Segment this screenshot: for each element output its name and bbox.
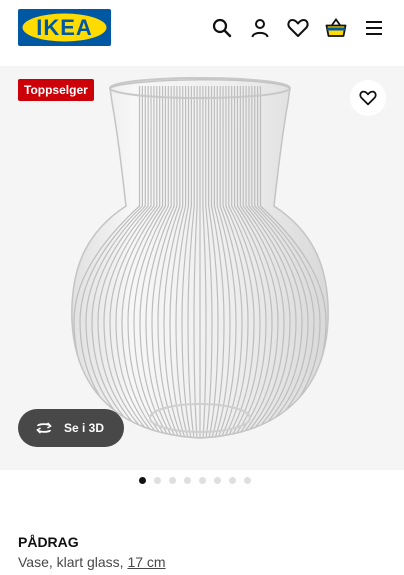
basket-icon (325, 18, 347, 37)
carousel-dot[interactable] (184, 477, 191, 484)
logo-text: IKEA (36, 15, 93, 40)
carousel-indicator (0, 477, 404, 484)
product-name[interactable]: PÅDRAG (18, 533, 388, 551)
bestseller-badge: Toppselger (18, 79, 94, 101)
product-info: PÅDRAG Vase, klart glass, 17 cm (18, 533, 388, 572)
heart-icon (287, 19, 309, 37)
carousel-dot[interactable] (169, 477, 176, 484)
product-measure-link[interactable]: 17 cm (127, 554, 165, 570)
rotate-3d-icon (36, 422, 52, 434)
profile-button[interactable] (248, 16, 272, 40)
product-type: Vase, klart glass, (18, 554, 124, 570)
carousel-dot[interactable] (229, 477, 236, 484)
menu-button[interactable] (362, 16, 386, 40)
search-icon (212, 18, 232, 38)
product-description: Vase, klart glass, 17 cm (18, 552, 388, 572)
basket-button[interactable] (324, 16, 348, 40)
favourites-button[interactable] (286, 16, 310, 40)
ikea-logo[interactable]: IKEA (18, 9, 111, 46)
carousel-dot[interactable] (154, 477, 161, 484)
carousel-dot[interactable] (214, 477, 221, 484)
product-image-gallery[interactable]: Toppselger Se i 3D (0, 66, 404, 470)
view-in-3d-label: Se i 3D (64, 421, 105, 435)
view-in-3d-button[interactable]: Se i 3D (18, 409, 124, 447)
top-header: IKEA (0, 0, 404, 56)
add-to-favourites-button[interactable] (350, 80, 386, 116)
carousel-dot[interactable] (244, 477, 251, 484)
search-button[interactable] (210, 16, 234, 40)
header-icons (210, 16, 386, 40)
carousel-dot[interactable] (199, 477, 206, 484)
user-icon (251, 19, 269, 38)
menu-icon (366, 21, 382, 35)
carousel-dot[interactable] (139, 477, 146, 484)
heart-icon (359, 90, 377, 106)
